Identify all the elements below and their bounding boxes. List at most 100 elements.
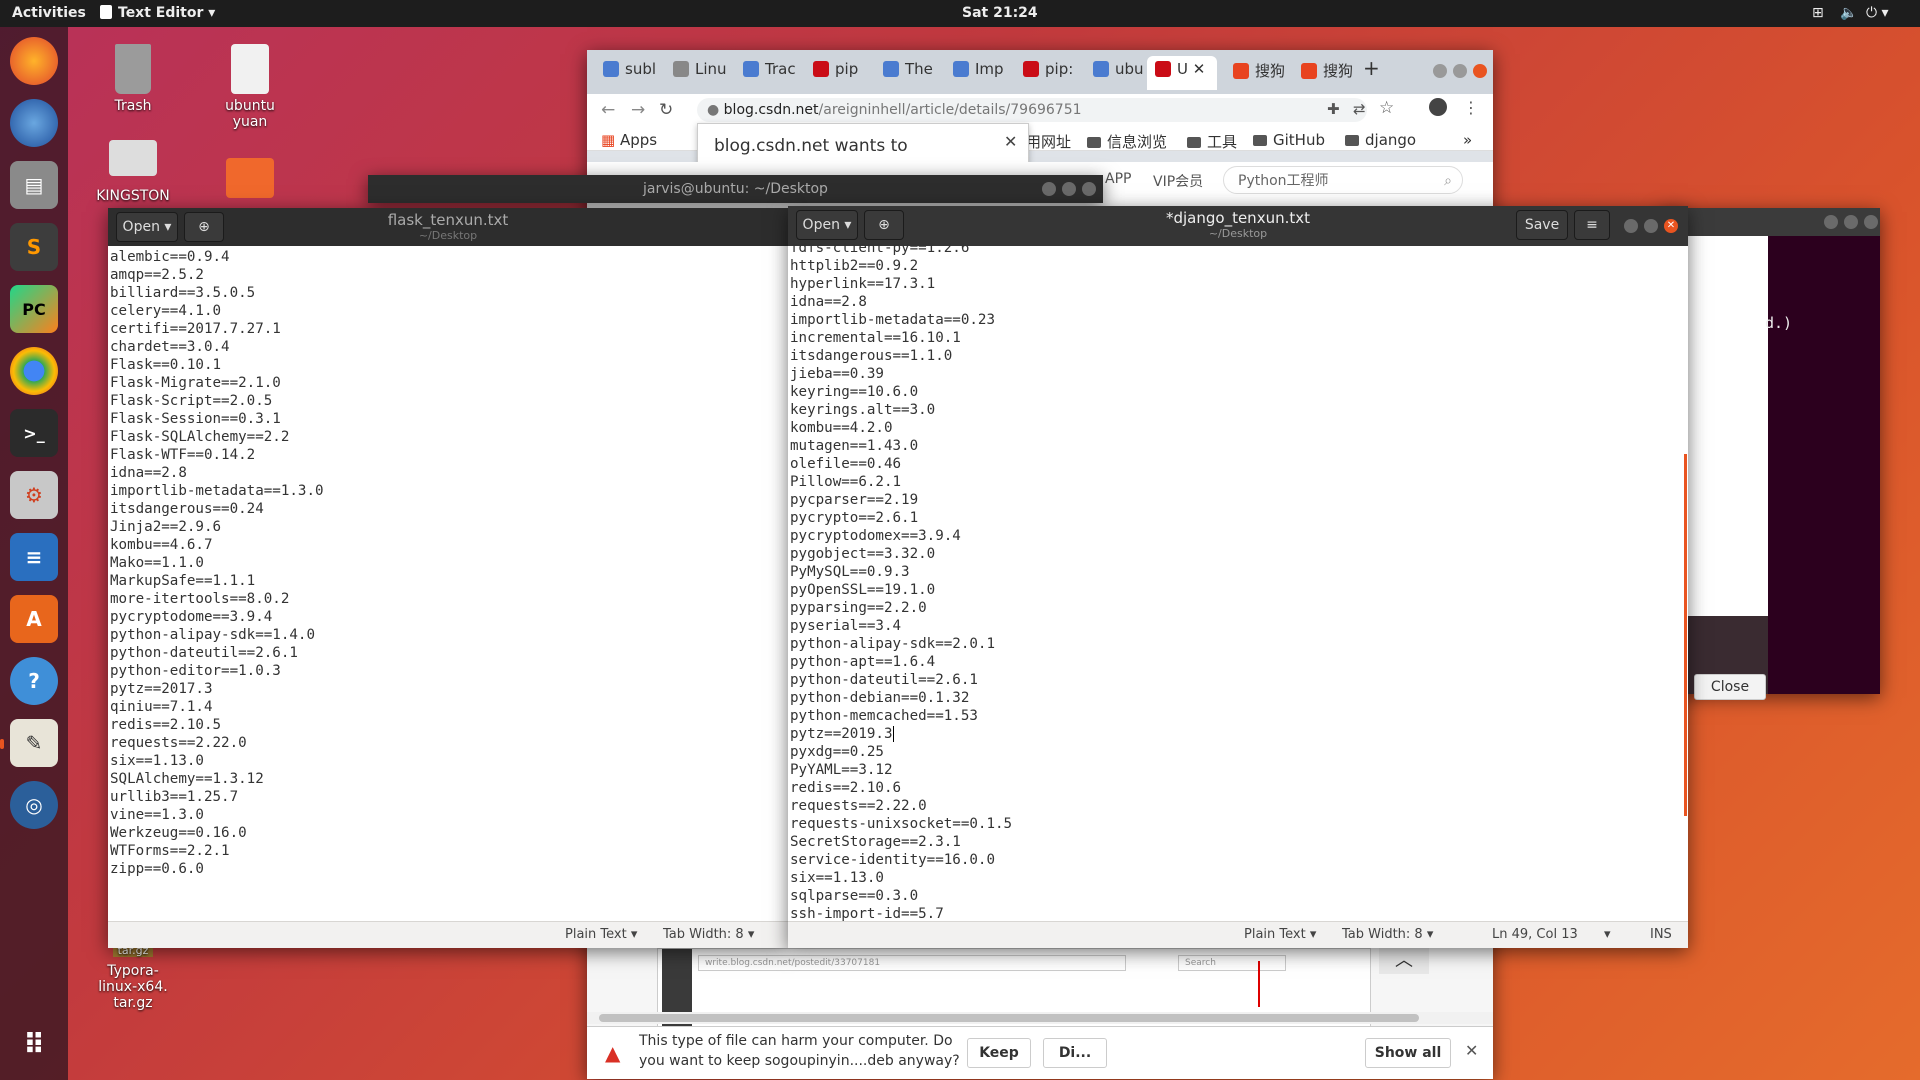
activities-button[interactable]: Activities — [12, 5, 86, 21]
site-nav-app[interactable]: APP — [1105, 171, 1131, 187]
firefox-icon[interactable] — [10, 37, 58, 85]
cursor-position[interactable]: Ln 49, Col 13 — [1492, 927, 1578, 942]
maximize-icon[interactable] — [1453, 64, 1467, 78]
maximize-icon[interactable] — [1844, 215, 1858, 229]
tab-7[interactable]: pip: — [1023, 60, 1073, 92]
volume-icon[interactable]: 🔈 — [1840, 5, 1857, 21]
text-line: python-memcached==1.53 — [790, 708, 978, 724]
minimize-icon[interactable] — [1433, 64, 1447, 78]
sublime-text-icon[interactable]: S — [10, 223, 58, 271]
translate-icon[interactable]: ⇄ — [1353, 100, 1366, 118]
extension-icon[interactable]: ✚ — [1327, 100, 1340, 118]
files-icon[interactable]: ▤ — [10, 161, 58, 209]
tab-active[interactable]: U ✕ — [1147, 56, 1217, 90]
disks-icon[interactable]: ◎ — [10, 781, 58, 829]
tab-1[interactable]: subl — [603, 60, 656, 92]
scroll-thumb[interactable] — [599, 1014, 1419, 1022]
dialog-close-button[interactable]: Close — [1694, 674, 1766, 700]
maximize-icon[interactable] — [1644, 219, 1658, 233]
forward-icon[interactable]: → — [631, 100, 645, 120]
editor-window-django: Open ▾ ⊕ *django_tenxun.txt ~/Desktop Sa… — [788, 206, 1688, 948]
tab-close-icon[interactable]: ✕ — [1193, 60, 1206, 78]
tab-8[interactable]: ubu — [1093, 60, 1144, 92]
tab-4[interactable]: pip — [813, 60, 858, 92]
settings-icon[interactable]: ⚙ — [10, 471, 58, 519]
bookmark-3[interactable]: 工具 — [1187, 131, 1237, 152]
text-area[interactable]: fdfs-client-py==1.2.6 httplib2==0.9.2 hype… — [790, 243, 1670, 923]
show-all-button[interactable]: Show all — [1365, 1038, 1451, 1068]
minimize-icon[interactable] — [1824, 215, 1838, 229]
thunderbird-icon[interactable] — [10, 99, 58, 147]
show-apps-icon[interactable]: ⠿ — [10, 1020, 58, 1068]
maximize-icon[interactable] — [1062, 182, 1076, 196]
back-icon[interactable]: ← — [601, 100, 615, 120]
text-line: Flask-Session==0.3.1 — [110, 411, 281, 427]
position-dropdown-icon[interactable]: ▾ — [1604, 927, 1611, 942]
language-selector[interactable]: Plain Text ▾ — [1244, 927, 1316, 942]
menu-icon[interactable]: ⋮ — [1463, 98, 1479, 117]
text-editor-icon[interactable]: ✎ — [10, 719, 58, 767]
software-icon[interactable]: A — [10, 595, 58, 643]
tab-5[interactable]: The — [883, 60, 933, 92]
desktop-icon-kingston[interactable]: KINGSTON — [88, 140, 178, 204]
tab-favicon — [1233, 63, 1249, 79]
keep-button[interactable]: Keep — [967, 1038, 1031, 1068]
tab-11[interactable]: 搜狗 — [1301, 60, 1353, 92]
tab-10[interactable]: 搜狗 — [1233, 60, 1285, 92]
save-button[interactable]: Save — [1516, 210, 1568, 240]
minimize-icon[interactable] — [1042, 182, 1056, 196]
desktop-icon-ubuntu-yuan[interactable]: ubuntu yuan — [205, 44, 295, 130]
bookmarks-more[interactable]: » — [1463, 131, 1472, 149]
discard-button[interactable]: Di... — [1043, 1038, 1107, 1068]
bookmark-2[interactable]: 信息浏览 — [1087, 131, 1167, 152]
popup-close-icon[interactable]: ✕ — [1004, 132, 1017, 151]
scrollbar-indicator[interactable] — [1684, 454, 1687, 816]
bookmark-apps[interactable]: ▦ Apps — [601, 131, 657, 149]
tab-width-selector[interactable]: Tab Width: 8 ▾ — [663, 927, 754, 942]
reload-icon[interactable]: ↻ — [659, 100, 673, 120]
tab-2[interactable]: Linu — [673, 60, 727, 92]
close-icon[interactable] — [1864, 215, 1878, 229]
bookmark-star-icon[interactable]: ☆ — [1379, 98, 1394, 118]
bookmark-4[interactable]: GitHub — [1253, 131, 1325, 149]
tab-3[interactable]: Trac — [743, 60, 796, 92]
tab-6[interactable]: Imp — [953, 60, 1004, 92]
tab-favicon — [673, 61, 689, 77]
app-menu[interactable]: Text Editor ▾ — [100, 5, 215, 21]
download-bar-close-icon[interactable]: ✕ — [1465, 1041, 1478, 1060]
text-area[interactable]: alembic==0.9.4 amqp==2.5.2 billiard==3.5.0… — [110, 248, 324, 878]
terminal-icon[interactable]: >_ — [10, 409, 58, 457]
close-icon[interactable] — [1473, 64, 1487, 78]
help-icon[interactable]: ? — [10, 657, 58, 705]
close-icon[interactable] — [1082, 182, 1096, 196]
text-line: pyxdg==0.25 — [790, 744, 884, 760]
hamburger-menu-icon[interactable]: ≡ — [1574, 210, 1610, 240]
network-icon[interactable]: ⊞ — [1812, 5, 1824, 21]
minimize-icon[interactable] — [1624, 219, 1638, 233]
writer-icon[interactable]: ≡ — [10, 533, 58, 581]
tab-width-selector[interactable]: Tab Width: 8 ▾ — [1342, 927, 1433, 942]
clock[interactable]: Sat 21:24 — [962, 5, 1038, 21]
bookmark-5[interactable]: django — [1345, 131, 1416, 149]
text-line: zipp==0.6.0 — [110, 861, 204, 877]
chrome-icon[interactable] — [10, 347, 58, 395]
desktop-icon-folder[interactable] — [205, 158, 295, 202]
power-icon[interactable]: ⏻ ▾ — [1866, 5, 1889, 21]
site-search-input[interactable]: Python工程师 ⌕ — [1223, 166, 1463, 194]
active-indicator — [0, 739, 4, 749]
address-bar[interactable]: ● blog.csdn.net/areigninhell/article/det… — [697, 98, 1367, 122]
search-icon[interactable]: ⌕ — [1444, 167, 1452, 195]
pycharm-icon[interactable]: PC — [10, 285, 58, 333]
close-icon[interactable]: ✕ — [1664, 219, 1678, 233]
file-label-line1: ubuntu — [225, 98, 275, 114]
site-nav-vip[interactable]: VIP会员 — [1153, 171, 1203, 191]
profile-icon[interactable] — [1429, 98, 1447, 116]
desktop-icon-trash[interactable]: Trash — [88, 44, 178, 114]
language-selector[interactable]: Plain Text ▾ — [565, 927, 637, 942]
tab-label: ubu — [1115, 60, 1144, 78]
horizontal-scrollbar[interactable] — [587, 1012, 1493, 1024]
scroll-up-icon[interactable]: ︿ — [1379, 946, 1429, 974]
new-tab-button[interactable]: + — [1363, 56, 1380, 88]
text-line: sqlparse==0.3.0 — [790, 888, 919, 904]
desktop-icon-typora[interactable]: tar.gz Typora- linux-x64. tar.gz — [88, 944, 178, 1011]
